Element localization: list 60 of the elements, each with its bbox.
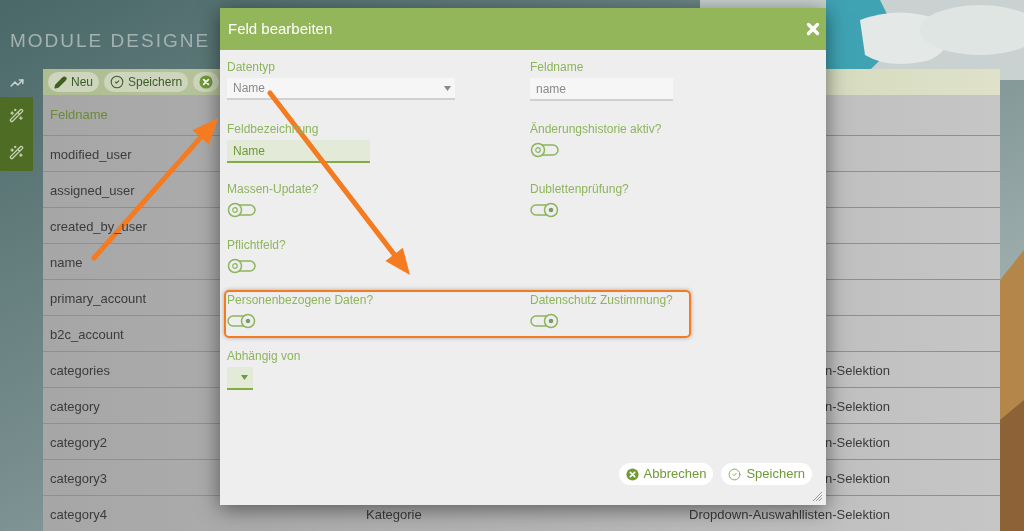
field-value: name xyxy=(536,80,567,98)
table-cell: categories xyxy=(50,363,110,379)
column-header: Feldname xyxy=(50,106,108,125)
toggle-switch[interactable] xyxy=(530,313,560,329)
dialog-button[interactable]: Abbrechen xyxy=(618,463,714,485)
pencil-icon xyxy=(54,75,67,89)
field-label: Pflichtfeld? xyxy=(227,238,286,253)
table-cell: modified_user xyxy=(50,147,132,163)
table-cell-text: n-Selektion xyxy=(824,470,890,489)
field-label: Abhängig von xyxy=(227,349,301,364)
sidebar-item[interactable] xyxy=(0,134,33,171)
field-label: Personenbezogene Daten? xyxy=(227,293,374,308)
toolbar-button[interactable]: Neu xyxy=(48,72,99,92)
table-cell-text: n-Selektion xyxy=(824,362,890,381)
text-field[interactable]: Name xyxy=(227,140,370,163)
table-cell: category4 xyxy=(50,507,108,523)
table-cell: name xyxy=(50,255,83,271)
sidebar-item[interactable] xyxy=(0,97,33,134)
toggle-switch[interactable] xyxy=(227,258,257,274)
table-cell: primary_account xyxy=(50,291,147,307)
resize-grip-icon[interactable] xyxy=(812,491,823,502)
wand-icon xyxy=(9,108,24,123)
text-field[interactable]: name xyxy=(530,78,673,101)
dialog-title: Feld bearbeiten xyxy=(228,18,333,39)
field-label: Feldname xyxy=(530,60,584,75)
trend-icon[interactable] xyxy=(9,76,24,90)
field-label: Datenschutz Zustimmung? xyxy=(530,293,673,308)
select-value: Name xyxy=(233,80,265,97)
select-field[interactable]: Name xyxy=(227,78,455,100)
table-cell-text: n-Selektion xyxy=(824,398,890,417)
toggle-switch[interactable] xyxy=(530,142,560,158)
table-cell: category3 xyxy=(50,471,108,487)
field-label: Massen-Update? xyxy=(227,182,319,197)
dialog-button[interactable]: Speichern xyxy=(721,463,812,485)
check-icon xyxy=(110,75,124,89)
toggle-switch[interactable] xyxy=(530,202,560,218)
table-cell: b2c_account xyxy=(50,327,124,343)
field-label: Dublettenprüfung? xyxy=(530,182,629,197)
field-value: Name xyxy=(233,142,265,160)
close-icon[interactable] xyxy=(804,20,822,38)
toggle-switch[interactable] xyxy=(227,313,257,329)
caret-icon xyxy=(444,85,451,91)
caret-icon xyxy=(241,375,248,380)
cancel-icon xyxy=(199,75,214,89)
table-cell: category xyxy=(50,399,100,415)
table-cell-text: n-Selektion xyxy=(824,434,890,453)
field-label: Datentyp xyxy=(227,60,276,75)
toggle-switch[interactable] xyxy=(227,202,257,218)
cancel-icon xyxy=(625,467,639,481)
table-cell: assigned_user xyxy=(50,183,135,199)
wand-icon xyxy=(9,145,24,160)
check-icon xyxy=(728,467,742,481)
table-cell: category2 xyxy=(50,435,108,451)
toolbar-button[interactable] xyxy=(193,72,220,92)
select-field[interactable] xyxy=(227,367,253,390)
toolbar-button[interactable]: Speichern xyxy=(104,72,189,92)
table-cell-text: Dropdown-Auswahllisten-Selektion xyxy=(689,506,890,525)
page-title: MODULE DESIGNE xyxy=(10,28,211,53)
field-label: Änderungshistorie aktiv? xyxy=(530,122,662,137)
table-cell: Kategorie xyxy=(366,507,422,523)
